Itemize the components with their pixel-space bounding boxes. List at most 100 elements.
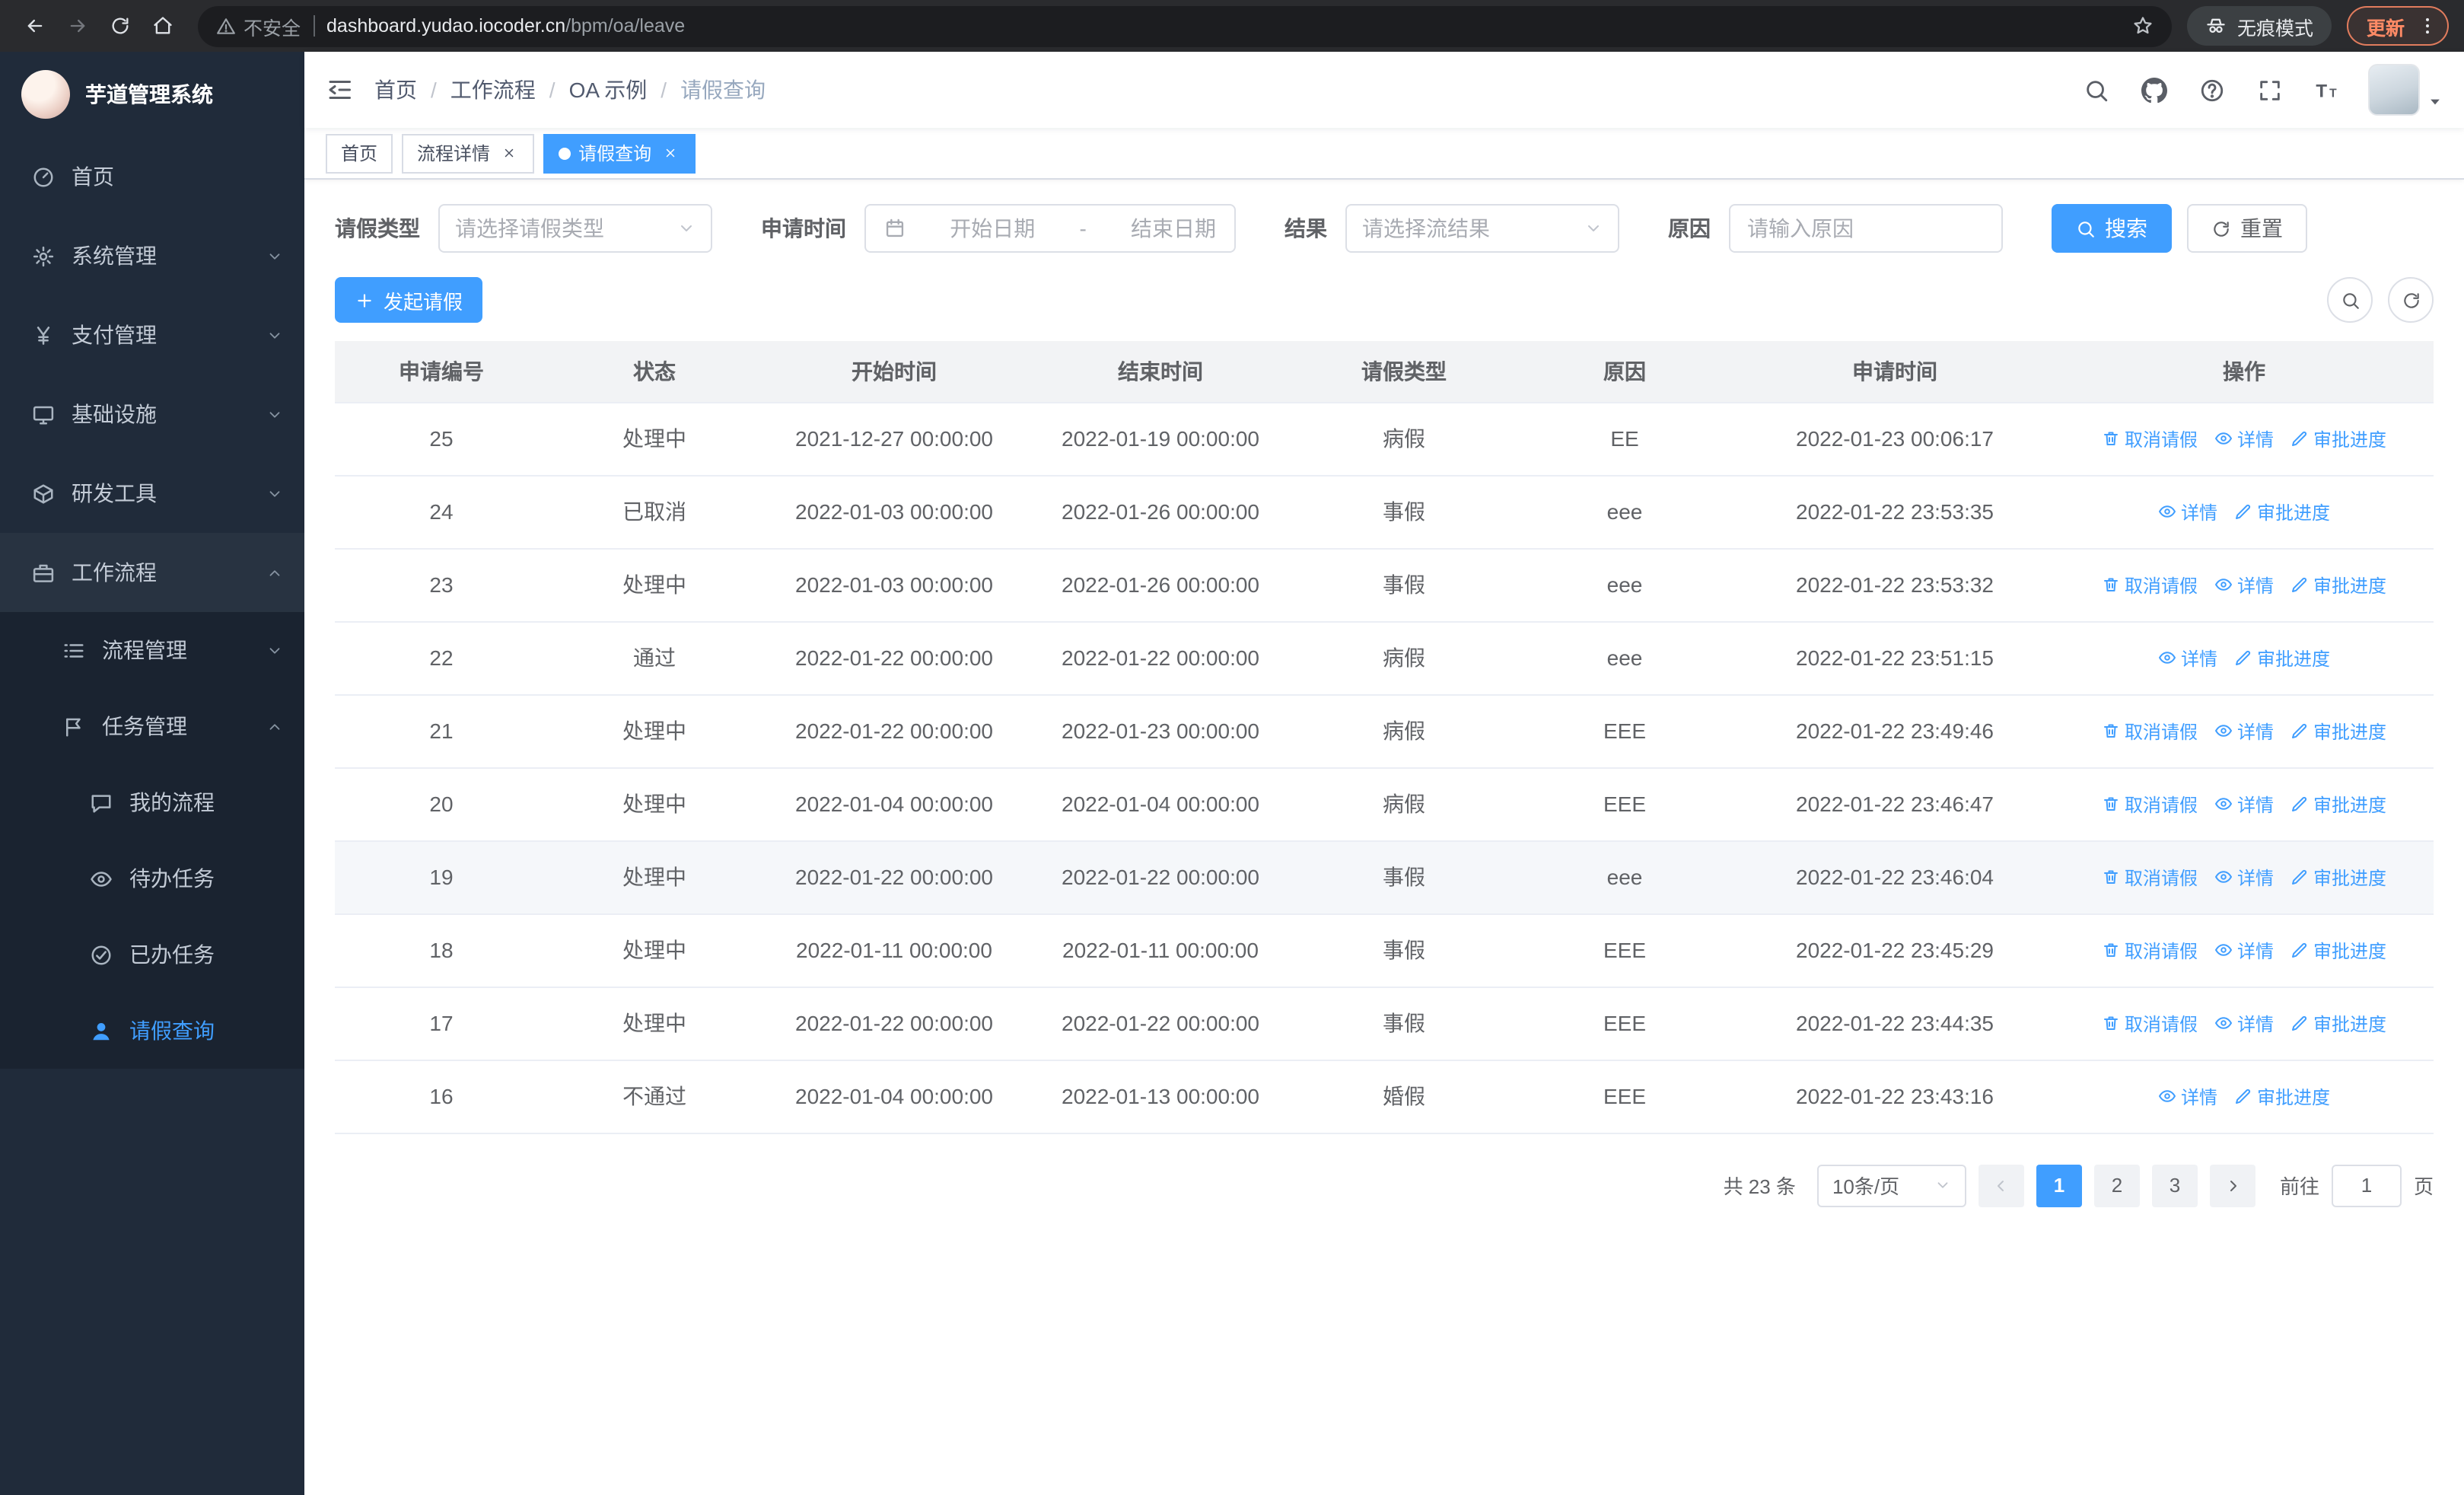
tab-close-button[interactable] <box>659 142 680 164</box>
sidebar-item-payment-management[interactable]: 支付管理 <box>0 295 304 375</box>
detail-link[interactable]: 详情 <box>2214 791 2274 817</box>
cell-start-time: 2021-12-27 00:00:00 <box>761 402 1027 476</box>
tab-home[interactable]: 首页 <box>326 133 393 173</box>
breadcrumb-separator: / <box>431 78 437 102</box>
approval-progress-link[interactable]: 审批进度 <box>2291 937 2386 963</box>
sidebar-item-process-management[interactable]: 流程管理 <box>0 612 304 688</box>
cell-start-time: 2022-01-22 00:00:00 <box>761 621 1027 695</box>
refresh-table-button[interactable] <box>2388 277 2434 323</box>
goto-page-input[interactable] <box>2331 1164 2402 1207</box>
browser-menu-icon[interactable] <box>2417 15 2438 37</box>
sidebar-item-done-tasks[interactable]: 已办任务 <box>0 916 304 993</box>
cancel-leave-link[interactable]: 取消请假 <box>2102 791 2198 817</box>
breadcrumb-workflow[interactable]: 工作流程 <box>450 75 536 105</box>
approval-progress-link[interactable]: 审批进度 <box>2234 1083 2330 1109</box>
sidebar-item-label: 待办任务 <box>129 866 215 891</box>
cell-actions: 详情 审批进度 <box>2055 621 2434 695</box>
cancel-leave-link[interactable]: 取消请假 <box>2102 1010 2198 1036</box>
bookmark-star-icon[interactable] <box>2132 15 2154 37</box>
sidebar-item-task-management[interactable]: 任务管理 <box>0 688 304 764</box>
cancel-leave-link[interactable]: 取消请假 <box>2102 572 2198 598</box>
cube-icon <box>30 482 55 505</box>
cancel-leave-link[interactable]: 取消请假 <box>2102 864 2198 890</box>
address-bar[interactable]: 不安全 dashboard.yudao.iocoder.cn /bpm/oa/l… <box>198 5 2172 46</box>
cell-actions: 取消请假 详情 审批进度 <box>2055 767 2434 841</box>
detail-link[interactable]: 详情 <box>2158 499 2217 524</box>
sidebar-item-workflow[interactable]: 工作流程 <box>0 533 304 612</box>
sidebar-item-leave-query[interactable]: 请假查询 <box>0 993 304 1069</box>
toggle-search-button[interactable] <box>2327 277 2373 323</box>
approval-progress-link[interactable]: 审批进度 <box>2291 426 2386 451</box>
detail-link[interactable]: 详情 <box>2214 572 2274 598</box>
help-icon[interactable] <box>2182 52 2240 128</box>
security-warning[interactable]: 不安全 <box>216 11 301 40</box>
search-icon <box>2076 218 2096 238</box>
page-button-1[interactable]: 1 <box>2036 1164 2082 1207</box>
github-icon[interactable] <box>2125 52 2182 128</box>
col-status: 状态 <box>548 341 761 403</box>
page-size-select[interactable]: 10条/页 <box>1816 1164 1966 1207</box>
approval-progress-link[interactable]: 审批进度 <box>2234 645 2330 671</box>
sidebar-item-dev-tools[interactable]: 研发工具 <box>0 454 304 533</box>
detail-link[interactable]: 详情 <box>2214 937 2274 963</box>
search-button[interactable]: 搜索 <box>2052 204 2172 253</box>
edit-icon <box>2291 429 2309 448</box>
cancel-leave-link[interactable]: 取消请假 <box>2102 426 2198 451</box>
tab-process-detail[interactable]: 流程详情 <box>402 133 535 173</box>
detail-link[interactable]: 详情 <box>2214 1010 2274 1036</box>
sidebar-item-todo-tasks[interactable]: 待办任务 <box>0 840 304 916</box>
detail-link[interactable]: 详情 <box>2214 864 2274 890</box>
sidebar-item-system-management[interactable]: 系统管理 <box>0 216 304 295</box>
cell-leave-type: 病假 <box>1294 694 1514 768</box>
approval-progress-link[interactable]: 审批进度 <box>2291 718 2386 744</box>
cell-leave-type: 事假 <box>1294 475 1514 549</box>
browser-refresh-button[interactable] <box>100 6 140 46</box>
create-leave-button[interactable]: 发起请假 <box>335 277 483 323</box>
result-select[interactable]: 请选择流结果 <box>1345 204 1619 253</box>
detail-link[interactable]: 详情 <box>2214 426 2274 451</box>
tab-close-button[interactable] <box>498 142 519 164</box>
approval-progress-link[interactable]: 审批进度 <box>2291 864 2386 890</box>
prev-page-button[interactable] <box>1978 1164 2024 1207</box>
cancel-leave-link[interactable]: 取消请假 <box>2102 937 2198 963</box>
browser-forward-button[interactable] <box>58 6 97 46</box>
breadcrumb-home[interactable]: 首页 <box>374 75 417 105</box>
cell-start-time: 2022-01-11 00:00:00 <box>761 913 1027 987</box>
eye-icon <box>2158 1087 2176 1105</box>
cell-start-time: 2022-01-04 00:00:00 <box>761 1060 1027 1133</box>
approval-progress-link[interactable]: 审批进度 <box>2291 572 2386 598</box>
font-size-icon[interactable]: TT <box>2298 52 2356 128</box>
browser-back-button[interactable] <box>15 6 55 46</box>
detail-link[interactable]: 详情 <box>2214 718 2274 744</box>
reason-input[interactable] <box>1729 204 2003 253</box>
fullscreen-icon[interactable] <box>2240 52 2298 128</box>
detail-link[interactable]: 详情 <box>2158 1083 2217 1109</box>
detail-link[interactable]: 详情 <box>2158 645 2217 671</box>
page-button-2[interactable]: 2 <box>2093 1164 2140 1207</box>
sidebar-item-infrastructure[interactable]: 基础设施 <box>0 375 304 454</box>
close-icon <box>501 146 515 160</box>
page-button-3[interactable]: 3 <box>2151 1164 2198 1207</box>
apply-time-range-picker[interactable]: 开始日期 - 结束日期 <box>864 204 1236 253</box>
approval-progress-link[interactable]: 审批进度 <box>2291 791 2386 817</box>
cell-leave-type: 事假 <box>1294 840 1514 914</box>
approval-progress-link[interactable]: 审批进度 <box>2291 1010 2386 1036</box>
breadcrumb-oa-example[interactable]: OA 示例 <box>569 75 648 105</box>
approval-progress-link[interactable]: 审批进度 <box>2234 499 2330 524</box>
leave-type-select[interactable]: 请选择请假类型 <box>438 204 712 253</box>
browser-update-button[interactable]: 更新 <box>2346 6 2449 46</box>
sidebar-item-home[interactable]: 首页 <box>0 137 304 216</box>
cell-leave-type: 事假 <box>1294 987 1514 1060</box>
sidebar-item-my-process[interactable]: 我的流程 <box>0 764 304 840</box>
cell-end-time: 2022-01-22 00:00:00 <box>1027 987 1294 1060</box>
cancel-leave-link[interactable]: 取消请假 <box>2102 718 2198 744</box>
cell-apply-no: 24 <box>335 475 548 549</box>
header-search-icon[interactable] <box>2067 52 2125 128</box>
user-avatar-menu[interactable] <box>2368 64 2443 116</box>
sidebar-collapse-icon[interactable] <box>304 52 374 128</box>
browser-home-button[interactable] <box>143 6 183 46</box>
next-page-button[interactable] <box>2209 1164 2255 1207</box>
tab-leave-query[interactable]: 请假查询 <box>543 133 696 173</box>
cell-apply-time: 2022-01-22 23:45:29 <box>1735 913 2055 987</box>
reset-button[interactable]: 重置 <box>2187 204 2307 253</box>
